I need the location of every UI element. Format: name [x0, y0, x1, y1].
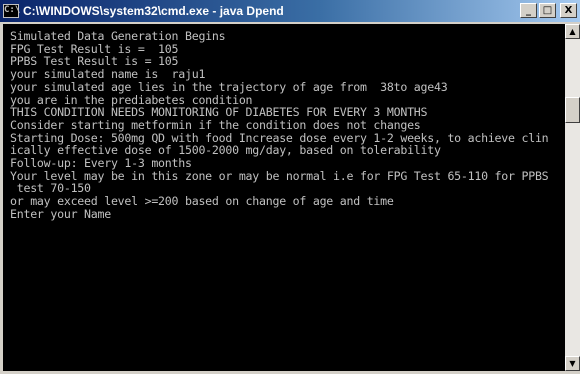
- maximize-button[interactable]: □: [539, 3, 556, 18]
- vertical-scrollbar[interactable]: ▲ ▼: [565, 24, 580, 371]
- scroll-up-button[interactable]: ▲: [565, 24, 580, 39]
- console-line: your simulated name is raju1: [10, 67, 206, 82]
- console-line: Your level may be in this zone or may be…: [10, 168, 549, 183]
- title-bar[interactable]: C:\ C:\WINDOWS\system32\cmd.exe - java D…: [0, 0, 580, 22]
- console-lines: Simulated Data Generation Begins FPG Test…: [3, 24, 565, 221]
- console-line: Enter your Name: [10, 206, 111, 221]
- window-title: C:\WINDOWS\system32\cmd.exe - java Dpend: [23, 4, 284, 18]
- console-line: Follow-up: Every 1-3 months: [10, 156, 192, 171]
- cmd-window: C:\ C:\WINDOWS\system32\cmd.exe - java D…: [0, 0, 580, 374]
- scroll-thumb[interactable]: [565, 97, 580, 124]
- close-button[interactable]: X: [560, 3, 577, 18]
- cmd-icon[interactable]: C:\: [3, 4, 20, 18]
- scroll-down-button[interactable]: ▼: [565, 356, 580, 371]
- window-controls: _ □ X: [520, 3, 577, 18]
- console-line: Consider starting metformin if the condi…: [10, 117, 421, 132]
- console-output[interactable]: Simulated Data Generation Begins FPG Test…: [3, 24, 565, 371]
- console-line: Simulated Data Generation Begins: [10, 29, 226, 43]
- console-line: or may exceed level >=200 based on chang…: [10, 194, 394, 209]
- minimize-button[interactable]: _: [520, 3, 537, 18]
- console-line: your simulated age lies in the trajector…: [10, 79, 448, 94]
